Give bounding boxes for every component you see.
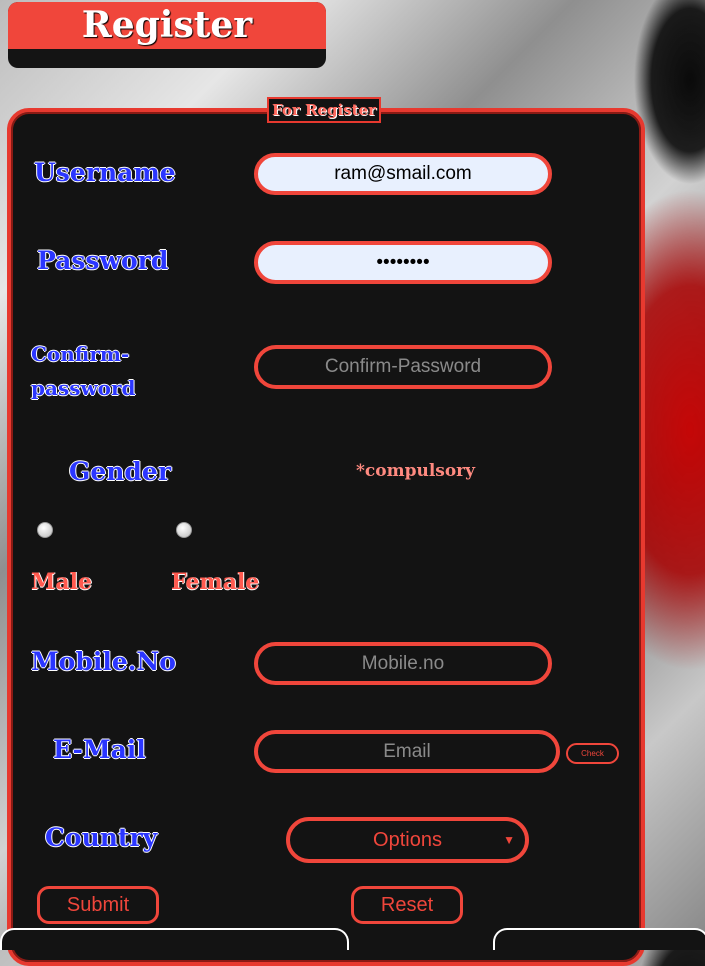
bottom-panel-edge-right [493,928,705,950]
email-label: E-Mail [53,735,146,764]
email-input[interactable] [254,730,560,773]
form-legend: For Register [267,97,381,123]
chevron-down-icon: ▼ [503,833,515,847]
gender-male-radio[interactable] [37,522,53,538]
mobile-input[interactable] [254,642,552,685]
username-label: Username [34,158,176,187]
gender-label: Gender [69,457,171,486]
username-input[interactable] [254,153,552,195]
confirm-password-input[interactable] [254,345,552,389]
page-title: Register [8,2,326,49]
check-email-button[interactable]: Check [566,743,619,764]
bottom-panel-edge-left [0,928,349,950]
gender-female-label: Female [171,569,260,595]
submit-button[interactable]: Submit [37,886,159,924]
country-select[interactable]: Options ▼ [286,817,529,863]
confirm-password-label: Confirm-password [31,342,136,400]
reset-button[interactable]: Reset [351,886,463,924]
page-header: Register [8,2,326,68]
mobile-label: Mobile.No [31,647,176,676]
country-select-value: Options [373,829,442,851]
password-input[interactable] [254,241,552,284]
password-label: Password [37,246,169,275]
compulsory-note: *compulsory [356,461,476,481]
gender-male-label: Male [31,569,92,595]
gender-female-radio[interactable] [176,522,192,538]
country-label: Country [45,823,158,852]
